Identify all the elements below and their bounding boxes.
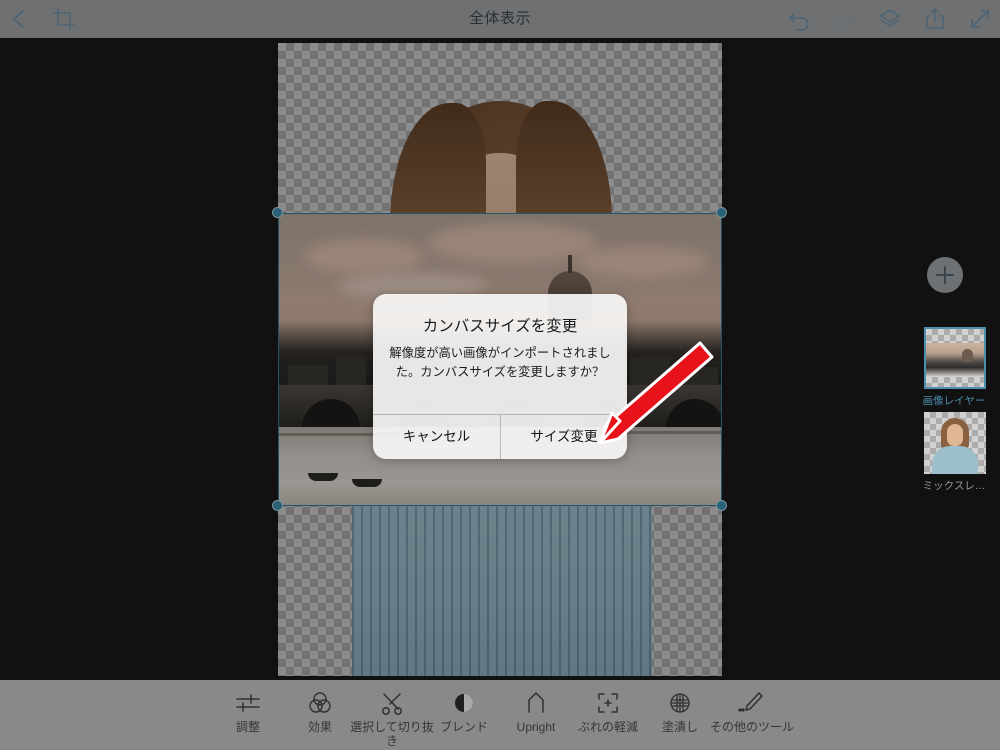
layer-panel: 画像レイヤー ミックスレ…: [908, 38, 1000, 680]
upright-arrow-icon: [521, 688, 551, 718]
add-layer-button[interactable]: [927, 257, 963, 293]
layer-thumbnail-person-photo: [924, 412, 986, 474]
app-root: 全体表示 画像レイヤー ミックスレ… 調整 効果 選択して切り抜き ブレンド U…: [0, 0, 1000, 750]
resize-button[interactable]: サイズ変更: [500, 415, 627, 459]
thumbnail-sweater: [932, 446, 978, 474]
thumbnail-dome: [962, 349, 973, 362]
plus-icon: [944, 266, 946, 284]
thumbnail-face: [947, 424, 963, 446]
layer-label-image: 画像レイヤー: [922, 395, 986, 407]
redo-icon[interactable]: [831, 5, 859, 33]
pencil-more-tools-icon: [737, 688, 767, 718]
layer-thumbnail-mixed[interactable]: [924, 412, 986, 474]
layers-icon[interactable]: [876, 5, 904, 33]
scissors-icon: [377, 688, 407, 718]
top-toolbar: 全体表示: [0, 0, 1000, 38]
tool-more-tools[interactable]: その他のツール: [704, 680, 800, 750]
cancel-button[interactable]: キャンセル: [373, 415, 500, 459]
layer-label-mixed: ミックスレ…: [922, 480, 986, 492]
blend-circle-icon: [449, 688, 479, 718]
dialog-title: カンバスサイズを変更: [422, 318, 578, 335]
dialog-button-row: キャンセル サイズ変更: [373, 414, 627, 459]
canvas-size-dialog: カンバスサイズを変更 解像度が高い画像がインポートされました。カンバスサイズを変…: [373, 294, 627, 459]
share-icon[interactable]: [921, 5, 949, 33]
dialog-message: 解像度が高い画像がインポートされました。カンバスサイズを変更しますか？: [389, 346, 611, 379]
fill-sphere-icon: [665, 688, 695, 718]
bottom-toolbar: 調整 効果 選択して切り抜き ブレンド Upright ぶれの軽減 塗潰し その…: [0, 680, 1000, 750]
undo-icon[interactable]: [786, 5, 814, 33]
fullscreen-icon[interactable]: [966, 5, 994, 33]
adjust-sliders-icon: [233, 688, 263, 718]
tool-label-more-tools: その他のツール: [709, 720, 794, 734]
layer-thumbnail-city-photo: [926, 343, 984, 377]
effects-venn-icon: [305, 688, 335, 718]
layer-thumbnail-image[interactable]: [924, 327, 986, 389]
deblur-brackets-icon: [593, 688, 623, 718]
